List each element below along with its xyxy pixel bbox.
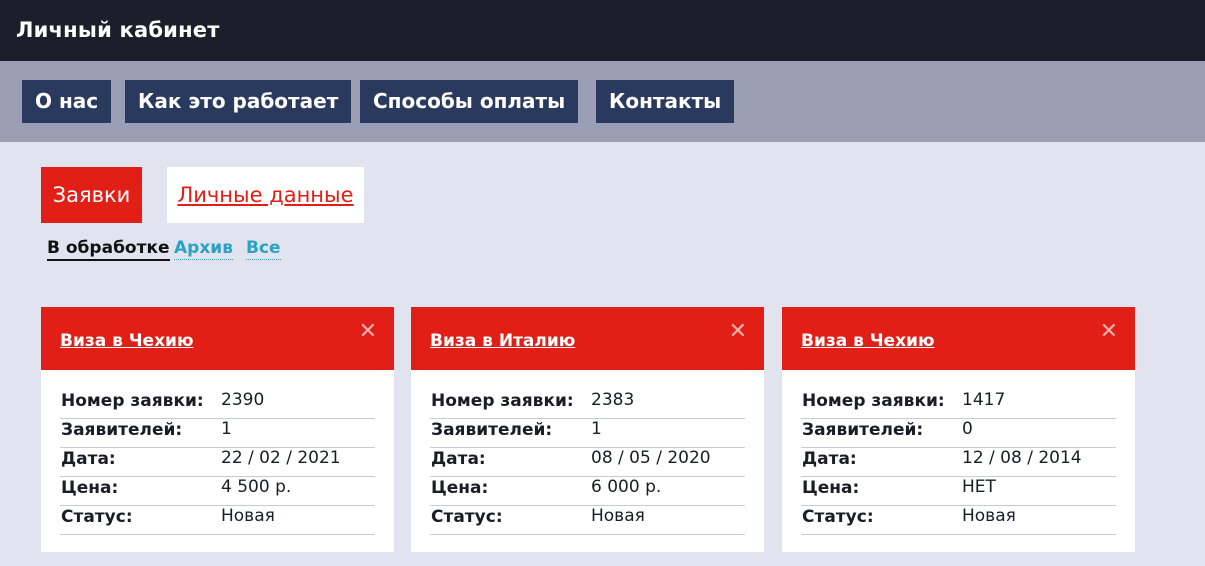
detail-row: Номер заявки: 2390 — [60, 390, 375, 419]
close-icon[interactable]: ✕ — [359, 321, 377, 343]
detail-row: Цена: 6 000 р. — [430, 477, 745, 506]
detail-value: 2390 — [221, 390, 265, 410]
detail-value: НЕТ — [962, 477, 996, 497]
application-card: Виза в Италию ✕ Номер заявки: 2383 Заяви… — [411, 307, 764, 552]
close-icon[interactable]: ✕ — [729, 321, 747, 343]
detail-row: Заявителей: 1 — [430, 419, 745, 448]
tab-personal-data[interactable]: Личные данные — [167, 167, 364, 223]
detail-row: Дата: 22 / 02 / 2021 — [60, 448, 375, 477]
detail-value: 1417 — [962, 390, 1006, 410]
nav-item-how-it-works[interactable]: Как это работает — [125, 80, 352, 123]
detail-value: 08 / 05 / 2020 — [591, 448, 711, 468]
detail-row: Заявителей: 0 — [801, 419, 1116, 448]
detail-value: Новая — [221, 506, 275, 526]
card-title-link[interactable]: Виза в Италию — [430, 331, 575, 351]
nav-item-payment-methods[interactable]: Способы оплаты — [360, 80, 579, 123]
filter-archive[interactable]: Архив — [174, 237, 233, 260]
card-title-link[interactable]: Виза в Чехию — [801, 331, 935, 351]
detail-label: Номер заявки: — [802, 391, 945, 411]
detail-row: Заявителей: 1 — [60, 419, 375, 448]
detail-row: Цена: НЕТ — [801, 477, 1116, 506]
detail-value: Новая — [591, 506, 645, 526]
detail-value: 1 — [221, 419, 232, 439]
tab-applications[interactable]: Заявки — [41, 167, 142, 223]
detail-label: Дата: — [431, 449, 486, 469]
card-header: Виза в Чехию ✕ — [41, 307, 394, 370]
application-card: Виза в Чехию ✕ Номер заявки: 1417 Заявит… — [782, 307, 1135, 552]
detail-value: Новая — [962, 506, 1016, 526]
detail-label: Цена: — [431, 478, 489, 498]
detail-label: Номер заявки: — [431, 391, 574, 411]
detail-label: Номер заявки: — [61, 391, 204, 411]
detail-row: Номер заявки: 2383 — [430, 390, 745, 419]
card-header: Виза в Чехию ✕ — [782, 307, 1135, 370]
detail-label: Дата: — [61, 449, 116, 469]
top-bar: Личный кабинет — [0, 0, 1205, 61]
card-details: Номер заявки: 1417 Заявителей: 0 Дата: 1… — [801, 390, 1116, 535]
nav-item-contacts[interactable]: Контакты — [596, 80, 735, 123]
detail-value: 6 000 р. — [591, 477, 662, 497]
filter-all[interactable]: Все — [246, 237, 281, 260]
filter-in-progress[interactable]: В обработке — [47, 237, 170, 261]
detail-value: 22 / 02 / 2021 — [221, 448, 341, 468]
detail-label: Цена: — [61, 478, 119, 498]
detail-value: 4 500 р. — [221, 477, 292, 497]
detail-label: Цена: — [802, 478, 860, 498]
detail-value: 2383 — [591, 390, 635, 410]
card-details: Номер заявки: 2390 Заявителей: 1 Дата: 2… — [60, 390, 375, 535]
detail-label: Заявителей: — [431, 420, 553, 440]
nav-item-about[interactable]: О нас — [22, 80, 112, 123]
close-icon[interactable]: ✕ — [1100, 321, 1118, 343]
detail-row: Статус: Новая — [430, 506, 745, 535]
detail-label: Заявителей: — [802, 420, 924, 440]
detail-label: Статус: — [802, 507, 874, 527]
detail-row: Статус: Новая — [801, 506, 1116, 535]
detail-row: Дата: 08 / 05 / 2020 — [430, 448, 745, 477]
detail-row: Дата: 12 / 08 / 2014 — [801, 448, 1116, 477]
detail-row: Статус: Новая — [60, 506, 375, 535]
detail-value: 12 / 08 / 2014 — [962, 448, 1082, 468]
application-card: Виза в Чехию ✕ Номер заявки: 2390 Заявит… — [41, 307, 394, 552]
card-title-link[interactable]: Виза в Чехию — [60, 331, 194, 351]
detail-label: Статус: — [431, 507, 503, 527]
card-details: Номер заявки: 2383 Заявителей: 1 Дата: 0… — [430, 390, 745, 535]
card-header: Виза в Италию ✕ — [411, 307, 764, 370]
detail-value: 1 — [591, 419, 602, 439]
detail-row: Номер заявки: 1417 — [801, 390, 1116, 419]
detail-label: Заявителей: — [61, 420, 183, 440]
detail-row: Цена: 4 500 р. — [60, 477, 375, 506]
page-title: Личный кабинет — [16, 18, 220, 42]
detail-label: Дата: — [802, 449, 857, 469]
detail-value: 0 — [962, 419, 973, 439]
main-nav: О нас Как это работает Способы оплаты Ко… — [0, 61, 1205, 142]
detail-label: Статус: — [61, 507, 133, 527]
